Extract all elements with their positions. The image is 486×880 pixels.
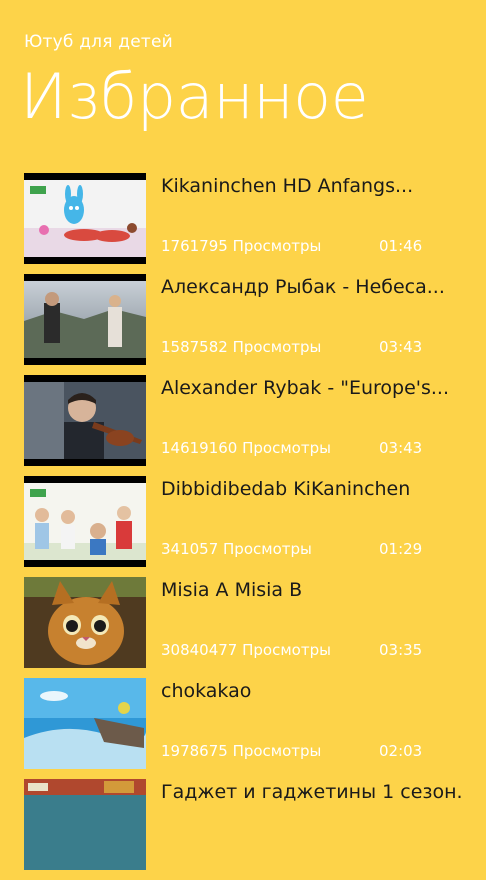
video-item[interactable]: Александр Рыбак - Небеса... 1587582 Прос…: [24, 274, 464, 375]
video-duration: 03:35: [379, 641, 423, 659]
video-list: Kikaninchen HD Anfangs... 1761795 Просмо…: [24, 173, 464, 880]
video-views: 1978675 Просмотры: [161, 742, 322, 760]
video-views: 1587582 Просмотры: [161, 338, 322, 356]
video-title[interactable]: Alexander Rybak - "Europe's...: [161, 377, 461, 399]
video-item[interactable]: chokakao 1978675 Просмотры 02:03: [24, 678, 464, 779]
video-title[interactable]: Misia A Misia B: [161, 579, 461, 601]
video-title[interactable]: Александр Рыбак - Небеса...: [161, 276, 461, 298]
video-duration: 03:43: [379, 338, 423, 356]
video-views: 341057 Просмотры: [161, 540, 312, 558]
video-item[interactable]: Kikaninchen HD Anfangs... 1761795 Просмо…: [24, 173, 464, 274]
video-item[interactable]: Alexander Rybak - "Europe's... 14619160 …: [24, 375, 464, 476]
video-views: 14619160 Просмотры: [161, 439, 331, 457]
video-thumbnail[interactable]: [24, 375, 146, 466]
video-duration: 01:29: [379, 540, 423, 558]
video-views: 1761795 Просмотры: [161, 237, 322, 255]
video-item[interactable]: Misia A Misia B 30840477 Просмотры 03:35: [24, 577, 464, 678]
video-duration: 02:03: [379, 742, 423, 760]
video-thumbnail[interactable]: [24, 577, 146, 668]
video-title[interactable]: Гаджет и гаджетины 1 сезон...: [161, 781, 461, 803]
video-item[interactable]: Dibbidibedab KiKaninchen 341057 Просмотр…: [24, 476, 464, 577]
video-thumbnail[interactable]: [24, 173, 146, 264]
video-thumbnail[interactable]: [24, 274, 146, 365]
video-title[interactable]: chokakao: [161, 680, 461, 702]
video-thumbnail[interactable]: [24, 476, 146, 567]
video-views: 30840477 Просмотры: [161, 641, 331, 659]
video-title[interactable]: Dibbidibedab KiKaninchen: [161, 478, 461, 500]
video-thumbnail[interactable]: [24, 678, 146, 769]
video-duration: 01:46: [379, 237, 423, 255]
video-duration: 03:43: [379, 439, 423, 457]
video-title[interactable]: Kikaninchen HD Anfangs...: [161, 175, 461, 197]
video-thumbnail[interactable]: [24, 779, 146, 870]
video-item[interactable]: Гаджет и гаджетины 1 сезон...: [24, 779, 464, 880]
app-title: Ютуб для детей: [24, 32, 173, 52]
page-title: Избранное: [20, 60, 369, 133]
